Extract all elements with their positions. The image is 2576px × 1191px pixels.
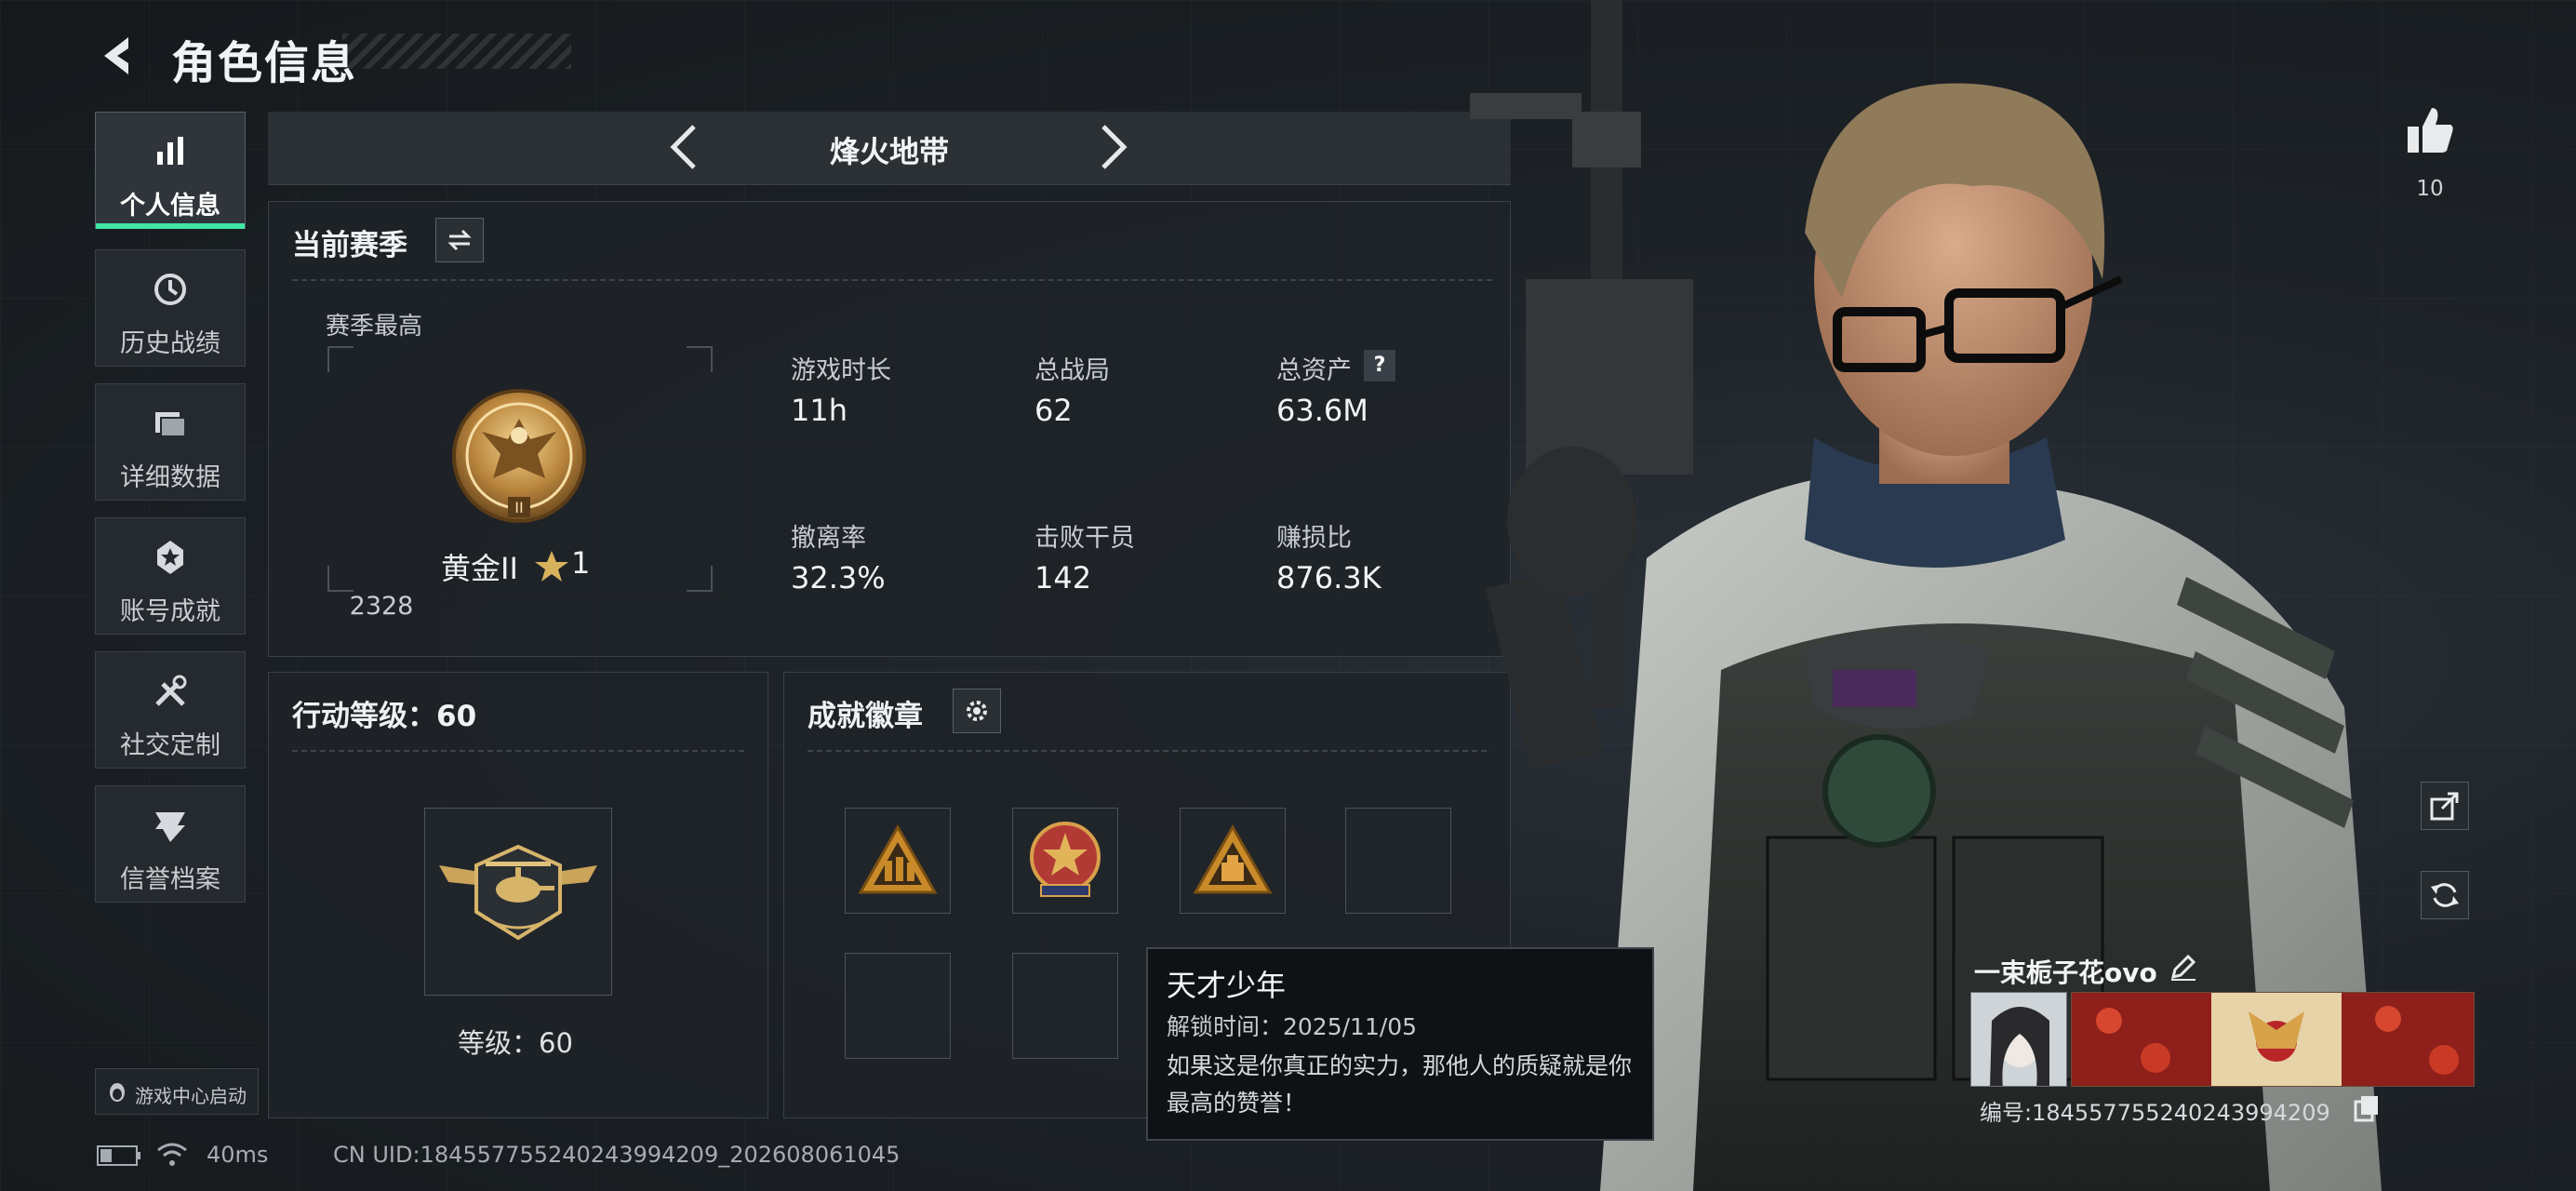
- sidebar-item-label: 社交定制: [120, 731, 220, 760]
- game-center-label: 游戏中心启动: [135, 1085, 247, 1107]
- season-heading: 当前赛季: [292, 229, 407, 262]
- rank-star-level: 1: [571, 545, 591, 581]
- frame-corner: [327, 566, 354, 592]
- badge-slot-empty[interactable]: [1012, 953, 1118, 1059]
- avatar[interactable]: [1970, 992, 2067, 1087]
- medal-icon: [157, 541, 183, 574]
- like-count: 10: [2416, 177, 2444, 201]
- sidebar-item-social-custom[interactable]: 社交定制: [95, 651, 246, 769]
- help-icon[interactable]: ?: [1364, 350, 1395, 381]
- tooltip-unlock-time: 解锁时间：2025/11/05: [1167, 1013, 1418, 1040]
- frame-corner: [687, 566, 713, 592]
- sidebar-item-label: 历史战绩: [120, 329, 220, 358]
- sidebar-item-label: 个人信息: [120, 192, 220, 221]
- uid-text: CN UID:18455775524024399420​9_2026080610…: [333, 1142, 901, 1168]
- helicopter-emblem-icon: [439, 844, 597, 941]
- gear-icon: [967, 701, 987, 721]
- banner-image: [2072, 993, 2474, 1086]
- gold-rank-medal-icon: II: [452, 389, 586, 523]
- stat-label: 赚损比: [1276, 524, 1352, 553]
- sidebar-item-credit-file[interactable]: 信誉档案: [95, 785, 246, 903]
- badges-heading: 成就徽章: [808, 700, 923, 733]
- stat-label: 撤离率: [791, 524, 866, 553]
- badge-slot[interactable]: [1012, 808, 1118, 914]
- wifi-icon: [157, 1143, 187, 1166]
- level-caption: 等级：60: [458, 1027, 573, 1059]
- sidebar-item-match-history[interactable]: 历史战绩: [95, 249, 246, 367]
- badge-tooltip: 天才少年 解锁时间：2025/11/05 如果这是你真正的实力，那他人的质疑就是…: [1146, 947, 1654, 1141]
- bar-chart-icon: [157, 137, 183, 165]
- title-decoration: [342, 33, 571, 69]
- avatar-image: [1971, 993, 2066, 1086]
- star-icon: [535, 551, 568, 582]
- stat-label: 游戏时长: [791, 356, 891, 385]
- stat-value: 63.6M: [1276, 393, 1368, 428]
- refresh-button[interactable]: [2421, 871, 2469, 919]
- stat-value: 11h: [791, 393, 848, 428]
- share-icon: [2430, 792, 2459, 821]
- stat-label: 总战局: [1034, 356, 1110, 385]
- frame-corner: [327, 346, 354, 372]
- rank-score: 2328: [349, 592, 414, 621]
- refresh-icon: [2431, 883, 2459, 907]
- player-name: 一束栀子花ovo: [1974, 957, 2157, 988]
- profile-banner[interactable]: [2071, 992, 2475, 1087]
- player-id: 编号:18455775524024399420​9: [1980, 1100, 2330, 1126]
- badge-slot[interactable]: [1180, 808, 1286, 914]
- copy-icon[interactable]: [2354, 1094, 2380, 1122]
- season-best-label: 赛季最高: [326, 313, 423, 341]
- svg-text:II: II: [514, 499, 523, 516]
- game-center-button[interactable]: 游戏中心启动: [95, 1068, 259, 1115]
- divider: [292, 279, 1492, 281]
- divider: [292, 750, 744, 752]
- history-icon: [154, 274, 186, 305]
- frame-corner: [687, 346, 713, 372]
- switch-season-button[interactable]: [435, 218, 484, 262]
- thumbs-up-icon[interactable]: [2404, 104, 2456, 156]
- penguin-icon: [110, 1083, 125, 1102]
- stat-value: 62: [1034, 393, 1073, 428]
- stat-label: 总资产: [1276, 356, 1352, 385]
- back-arrow-icon[interactable]: [95, 32, 143, 80]
- stat-value: 32.3%: [791, 560, 886, 596]
- swap-icon: [447, 229, 472, 251]
- folder-icon: [155, 412, 186, 437]
- tooltip-title: 天才少年: [1167, 968, 1287, 1003]
- triangle-soldiers-badge-icon: [858, 823, 938, 894]
- stat-value: 876.3K: [1276, 560, 1381, 596]
- level-heading: 行动等级：60: [292, 700, 477, 733]
- sidebar-item-detailed-data[interactable]: 详细数据: [95, 383, 246, 501]
- sidebar-item-label: 信誉档案: [120, 865, 220, 894]
- ping-value: 40ms: [207, 1142, 269, 1168]
- stat-value: 142: [1034, 560, 1092, 596]
- page-title: 角色信息: [171, 37, 358, 89]
- tooltip-description: 如果这是你真正的实力，那他人的质疑就是你最高的赞誉！: [1167, 1052, 1633, 1117]
- stat-label: 击败干员: [1034, 524, 1135, 553]
- sidebar-item-personal-info[interactable]: 个人信息: [95, 112, 246, 229]
- star-emblem-badge-icon: [1030, 822, 1101, 897]
- rank-name: 黄金II: [441, 551, 518, 586]
- battery-icon: [97, 1145, 140, 1166]
- chevron-right-icon[interactable]: [1083, 119, 1139, 175]
- sidebar-item-label: 详细数据: [120, 463, 220, 492]
- badge-slot-empty[interactable]: [845, 953, 951, 1059]
- mode-title: 烽火地带: [829, 134, 949, 169]
- mode-selector: 烽火地带: [268, 112, 1511, 185]
- credit-icon: [155, 812, 185, 842]
- tools-icon: [155, 675, 187, 706]
- triangle-crate-badge-icon: [1193, 823, 1273, 894]
- edit-pencil-icon[interactable]: [2168, 951, 2199, 983]
- divider: [808, 750, 1487, 752]
- share-button[interactable]: [2421, 782, 2469, 830]
- badge-slot[interactable]: [845, 808, 951, 914]
- badge-settings-button[interactable]: [953, 689, 1001, 733]
